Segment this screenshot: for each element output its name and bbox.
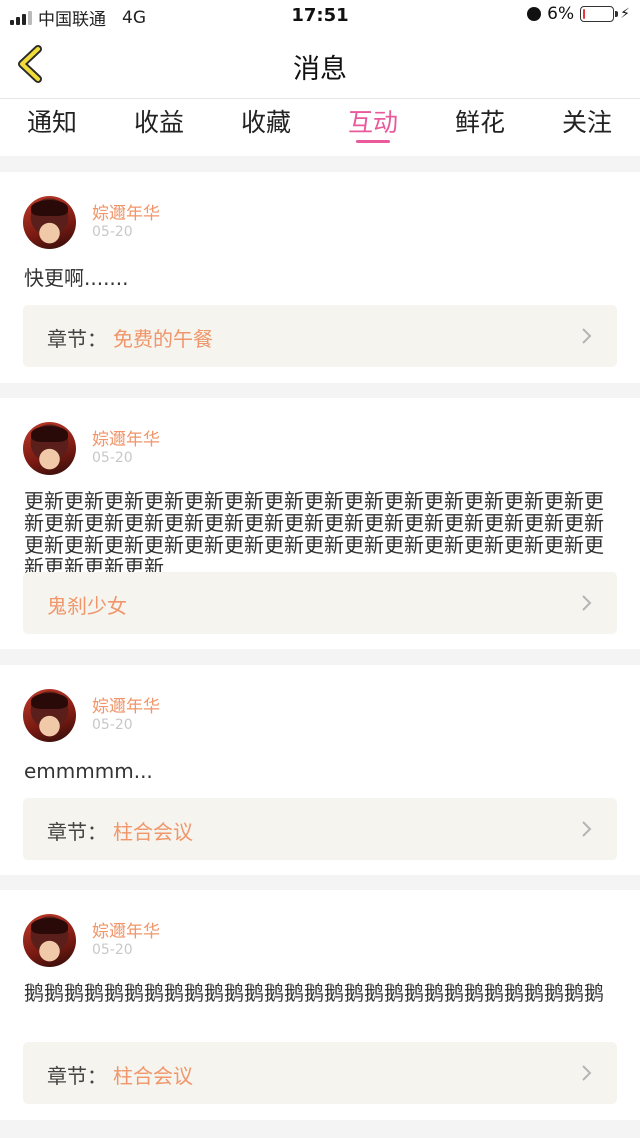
chapter-title: 柱合会议 [113, 820, 193, 844]
tab-earnings[interactable]: 收益 [109, 103, 209, 139]
chapter-title: 免费的午餐 [113, 327, 213, 351]
battery-percent: 6% [547, 4, 575, 24]
status-right: 6% ⚡ [527, 4, 630, 24]
novel-title: 鬼刹少女 [47, 594, 127, 618]
chapter-title: 柱合会议 [113, 1064, 193, 1088]
tab-favorites[interactable]: 收藏 [216, 103, 316, 139]
tab-interactions[interactable]: 互动 [323, 103, 423, 139]
comment-text: 快更啊....... [24, 266, 129, 290]
tab-bar: 通知 收益 收藏 互动 鲜花 关注 [0, 99, 640, 156]
tab-flowers[interactable]: 鲜花 [430, 103, 530, 139]
user-name[interactable]: 婃邇年华 [92, 199, 160, 224]
status-bar: 中国联通 4G 17:51 6% ⚡ [0, 0, 640, 32]
user-name[interactable]: 婃邇年华 [92, 425, 160, 450]
comment-text: emmmmm... [24, 759, 153, 783]
comment-text: 鹅鹅鹅鹅鹅鹅鹅鹅鹅鹅鹅鹅鹅鹅鹅鹅鹅鹅鹅鹅鹅鹅鹅鹅鹅鹅鹅鹅鹅 [24, 981, 604, 1005]
page-title: 消息 [293, 54, 347, 85]
chapter-link[interactable]: 章节： 柱合会议 [23, 798, 617, 860]
chapter-prefix: 章节： [47, 1064, 107, 1088]
charging-icon: ⚡ [620, 6, 630, 22]
chapter-prefix: 章节： [47, 327, 107, 351]
chevron-right-icon [582, 595, 592, 611]
active-tab-indicator [356, 140, 390, 143]
chevron-right-icon [582, 1065, 592, 1081]
novel-link[interactable]: 鬼刹少女 [23, 572, 617, 634]
avatar[interactable] [23, 914, 76, 967]
chapter-link[interactable]: 章节： 柱合会议 [23, 1042, 617, 1104]
chevron-right-icon [582, 328, 592, 344]
post-card: 婃邇年华 05-20 更新更新更新更新更新更新更新更新更新更新更新更新更新更新更… [0, 398, 640, 649]
user-name[interactable]: 婃邇年华 [92, 917, 160, 942]
user-name[interactable]: 婃邇年华 [92, 692, 160, 717]
tab-following[interactable]: 关注 [537, 103, 637, 139]
post-date: 05-20 [92, 224, 133, 240]
post-card: 婃邇年华 05-20 鹅鹅鹅鹅鹅鹅鹅鹅鹅鹅鹅鹅鹅鹅鹅鹅鹅鹅鹅鹅鹅鹅鹅鹅鹅鹅鹅鹅鹅… [0, 890, 640, 1120]
avatar[interactable] [23, 422, 76, 475]
chapter-link[interactable]: 章节： 免费的午餐 [23, 305, 617, 367]
chapter-prefix: 章节： [47, 820, 107, 844]
post-card: 婃邇年华 05-20 快更啊....... 章节： 免费的午餐 [0, 172, 640, 383]
chevron-right-icon [582, 821, 592, 837]
comment-text: 更新更新更新更新更新更新更新更新更新更新更新更新更新更新更新更新更新更新更新更新… [24, 489, 604, 579]
post-date: 05-20 [92, 942, 133, 958]
post-date: 05-20 [92, 717, 133, 733]
avatar[interactable] [23, 196, 76, 249]
nav-bar: 消息 [0, 32, 640, 99]
alarm-icon [527, 7, 542, 21]
post-date: 05-20 [92, 450, 133, 466]
post-card: 婃邇年华 05-20 emmmmm... 章节： 柱合会议 [0, 665, 640, 875]
battery-icon [580, 6, 619, 22]
tab-notifications[interactable]: 通知 [2, 103, 102, 139]
avatar[interactable] [23, 689, 76, 742]
